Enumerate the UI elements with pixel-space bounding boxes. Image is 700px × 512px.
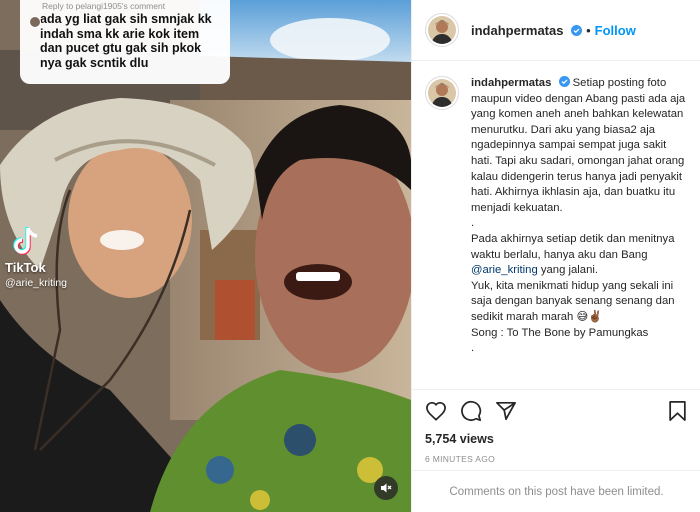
post-header: indahpermatas • Follow xyxy=(412,0,700,61)
comment-bubble-icon xyxy=(461,400,482,422)
post-video[interactable]: Reply to pelangi1905's comment ada yg li… xyxy=(0,0,411,512)
paper-plane-icon xyxy=(496,401,516,421)
author-username-link[interactable]: indahpermatas xyxy=(471,23,583,38)
heart-icon xyxy=(426,401,446,421)
comments-limited-notice: Comments on this post have been limited. xyxy=(412,470,700,512)
caption-mention-link[interactable]: @arie_kriting xyxy=(471,264,538,276)
post-timestamp[interactable]: 6 MINUTES AGO xyxy=(425,454,689,464)
save-button[interactable] xyxy=(668,400,687,422)
post-sidebar: indahpermatas • Follow indahpermatas Set… xyxy=(411,0,700,512)
reply-label: Reply to pelangi1905's comment xyxy=(42,1,166,11)
author-avatar[interactable] xyxy=(425,13,459,47)
like-button[interactable] xyxy=(425,401,447,421)
caption-author-avatar[interactable] xyxy=(425,76,459,110)
audio-toggle-button[interactable] xyxy=(374,476,398,500)
share-button[interactable] xyxy=(495,401,517,421)
caption-body: indahpermatas Setiap posting foto maupun… xyxy=(471,76,689,389)
separator-dot: • xyxy=(586,22,591,38)
verified-badge-icon xyxy=(571,24,583,36)
reply-comment-text: ada yg liat gak sih smnjak kk indah sma … xyxy=(40,12,212,70)
author-username[interactable]: indahpermatas xyxy=(471,23,563,38)
avatar-image xyxy=(428,79,456,107)
follow-button[interactable]: Follow xyxy=(595,23,636,38)
commenter-avatar xyxy=(29,16,41,28)
tiktok-reply-bubble: Reply to pelangi1905's comment ada yg li… xyxy=(20,0,230,84)
bookmark-icon xyxy=(669,400,686,422)
post-caption: indahpermatas Setiap posting foto maupun… xyxy=(412,62,700,389)
comment-button[interactable] xyxy=(460,400,482,422)
caption-text: Setiap posting foto maupun video dengan … xyxy=(471,77,686,261)
tiktok-watermark: TikTok xyxy=(5,260,46,275)
post-actions: 5,754 views 6 MINUTES AGO xyxy=(412,389,700,464)
caption-text-continued: yang jalani. Yuk, kita menikmati hidup y… xyxy=(471,264,675,355)
tiktok-logo-icon xyxy=(13,227,38,255)
caption-username[interactable]: indahpermatas xyxy=(471,77,551,89)
avatar-image xyxy=(428,16,456,44)
verified-badge-icon xyxy=(558,76,570,87)
speaker-muted-icon xyxy=(381,483,392,493)
tiktok-handle: @arie_kriting xyxy=(5,277,68,289)
view-count[interactable]: 5,754 views xyxy=(425,432,689,446)
